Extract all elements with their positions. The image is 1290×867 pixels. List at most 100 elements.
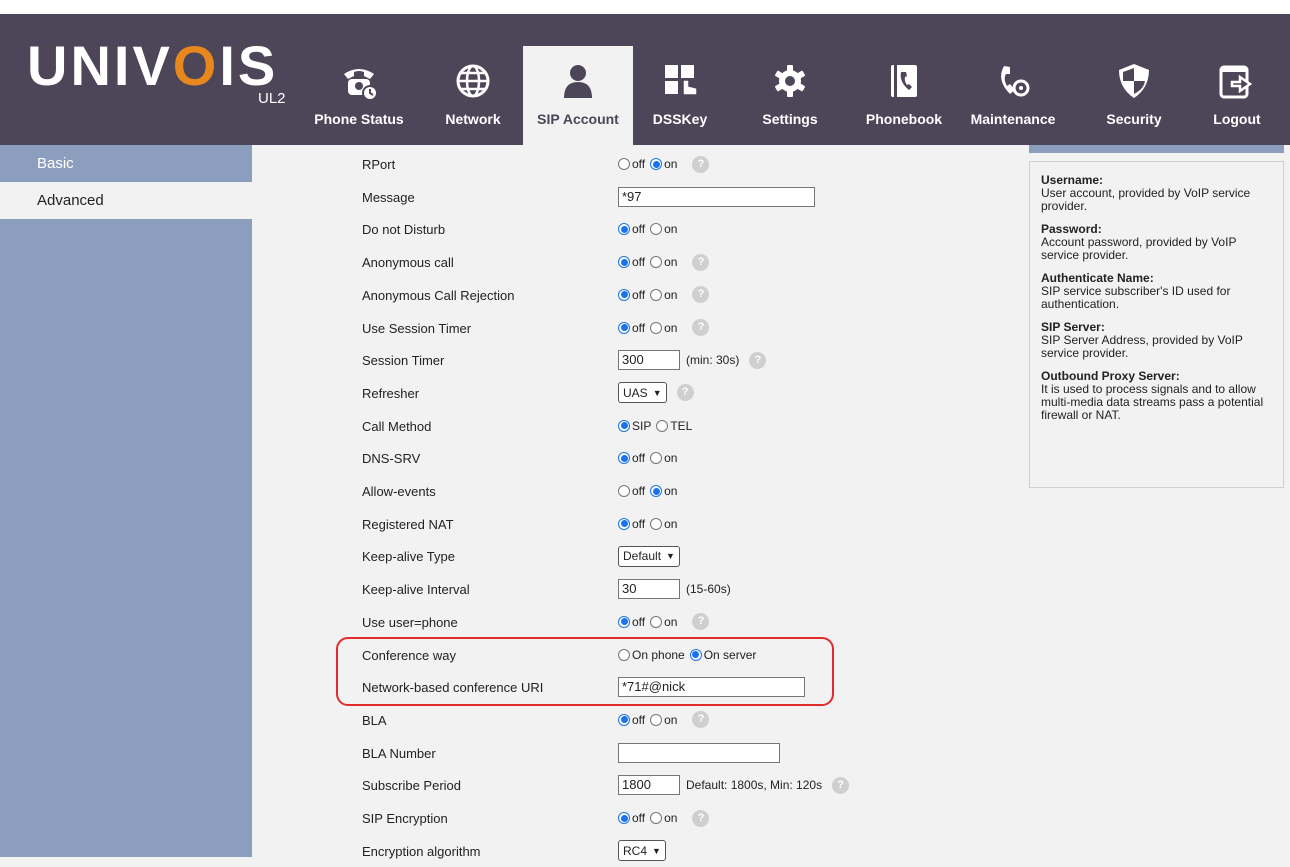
select-value: Default: [623, 549, 662, 564]
setting-control: RC4 ▼: [618, 839, 666, 863]
keep-alive-interval-input[interactable]: 30: [618, 579, 680, 600]
help-icon[interactable]: ?: [692, 711, 710, 729]
radio-off[interactable]: [618, 223, 630, 236]
radio-off[interactable]: [618, 812, 630, 824]
radio-label: off: [632, 157, 646, 171]
radio-off[interactable]: [618, 288, 630, 301]
setting-row-session-timer: Session Timer 300 (min: 30s)?: [252, 344, 952, 376]
refresher-select[interactable]: UAS ▼: [618, 382, 667, 404]
help-icon[interactable]: ?: [692, 613, 710, 631]
setting-row-bla-number: BLA Number: [252, 737, 952, 769]
tab-maintenance[interactable]: Maintenance: [962, 46, 1064, 145]
tab-phonebook[interactable]: Phonebook: [852, 46, 956, 145]
setting-row-call-method: Call Method SIP TEL: [252, 410, 952, 442]
setting-control: off on: [618, 512, 682, 536]
top-strip: [0, 0, 1290, 14]
help-icon[interactable]: ?: [692, 286, 710, 304]
tab-label: SIP Account: [537, 111, 619, 127]
radio-off[interactable]: [618, 517, 630, 530]
setting-row-do-not-disturb: Do not Disturb off on: [252, 213, 952, 245]
help-entry: Outbound Proxy Server: It is used to proc…: [1041, 370, 1272, 422]
setting-label: RPort: [362, 157, 396, 172]
tab-settings[interactable]: Settings: [750, 46, 830, 145]
radio-on[interactable]: [650, 256, 663, 269]
radio-off[interactable]: [618, 713, 630, 726]
help-panel: Username: User account, provided by VoIP …: [1029, 145, 1284, 488]
setting-row-anonymous-call: Anonymous call off on?: [252, 246, 952, 278]
help-entry: Username: User account, provided by VoIP …: [1041, 174, 1272, 213]
session-timer-input[interactable]: 300: [618, 350, 680, 371]
help-icon[interactable]: ?: [692, 319, 710, 336]
radio-label: TEL: [670, 418, 693, 433]
setting-label: Do not Disturb: [362, 222, 446, 238]
sidebar-item-advanced[interactable]: Advanced: [0, 182, 252, 219]
tab-logout[interactable]: Logout: [1199, 46, 1275, 145]
radio-on[interactable]: [650, 452, 663, 465]
radio-off[interactable]: [618, 485, 630, 497]
gear-icon: [771, 62, 809, 103]
setting-row-keep-alive-type: Keep-alive Type Default ▼: [252, 540, 952, 572]
help-entry-text: SIP Server Address, provided by VoIP ser…: [1041, 333, 1243, 360]
setting-label: DNS-SRV: [362, 451, 421, 467]
radio-off[interactable]: [618, 615, 630, 628]
radio-tel[interactable]: [656, 419, 669, 432]
help-icon[interactable]: ?: [832, 776, 850, 794]
help-icon[interactable]: ?: [676, 384, 694, 402]
setting-row-registered-nat: Registered NAT off on: [252, 508, 952, 540]
radio-on[interactable]: [650, 485, 663, 497]
setting-control: off on: [618, 217, 682, 241]
radio-label: off: [632, 811, 646, 825]
help-panel-bar: [1029, 145, 1284, 153]
globe-icon: [454, 62, 492, 103]
setting-label: Registered NAT: [362, 516, 454, 532]
tab-dsskey[interactable]: DSSKey: [635, 46, 725, 145]
radio-label: off: [632, 614, 646, 629]
bla-number-input[interactable]: [618, 742, 780, 763]
select-value: RC4: [623, 843, 648, 858]
tab-phone-status[interactable]: Phone Status: [305, 46, 413, 145]
encryption-algorithm-select[interactable]: RC4 ▼: [618, 840, 666, 862]
phonebook-icon: [885, 62, 923, 103]
radio-label: on: [664, 484, 678, 498]
radio-label: on: [664, 712, 678, 727]
radio-on[interactable]: [650, 158, 663, 170]
radio-on[interactable]: [650, 321, 663, 334]
radio-on[interactable]: [650, 812, 663, 824]
radio-on[interactable]: [650, 223, 663, 236]
radio-label: off: [632, 320, 646, 335]
radio-on[interactable]: [650, 713, 663, 726]
chevron-down-icon: ▼: [652, 845, 661, 856]
radio-off[interactable]: [618, 158, 630, 170]
sidebar-item-basic[interactable]: Basic: [0, 145, 252, 182]
help-icon[interactable]: ?: [692, 155, 710, 173]
radio-label: off: [632, 712, 646, 727]
radio-off[interactable]: [618, 256, 630, 269]
radio-on[interactable]: [650, 288, 663, 301]
radio-on[interactable]: [650, 517, 663, 530]
setting-row-encryption-algorithm: Encryption algorithm RC4 ▼: [252, 835, 952, 867]
radio-label: on: [664, 320, 678, 335]
message-input[interactable]: *97: [618, 186, 815, 207]
radio-on[interactable]: [650, 615, 663, 628]
chevron-down-icon: ▼: [652, 387, 662, 398]
setting-control: UAS ▼?: [618, 381, 694, 405]
tab-sip-account[interactable]: SIP Account: [523, 46, 633, 145]
unit-hint: Default: 1800s, Min: 120s: [686, 778, 823, 793]
tab-security[interactable]: Security: [1086, 46, 1182, 145]
setting-label: BLA Number: [362, 745, 436, 761]
setting-row-sip-encryption: SIP Encryption off on?: [252, 802, 952, 834]
subscribe-period-input[interactable]: 1800: [618, 775, 680, 796]
help-icon[interactable]: ?: [692, 809, 710, 827]
radio-sip[interactable]: [618, 419, 630, 432]
keep-alive-type-select[interactable]: Default ▼: [618, 545, 680, 567]
help-icon[interactable]: ?: [749, 351, 767, 369]
help-icon[interactable]: ?: [692, 253, 710, 271]
radio-label: on: [664, 222, 678, 237]
tab-network[interactable]: Network: [431, 46, 515, 145]
radio-off[interactable]: [618, 321, 630, 334]
radio-off[interactable]: [618, 452, 630, 465]
radio-label: off: [632, 484, 646, 498]
help-entry-text: SIP service subscriber's ID used for aut…: [1041, 284, 1231, 311]
setting-row-allow-events: Allow-events off on: [252, 475, 952, 507]
chevron-down-icon: ▼: [666, 551, 675, 562]
